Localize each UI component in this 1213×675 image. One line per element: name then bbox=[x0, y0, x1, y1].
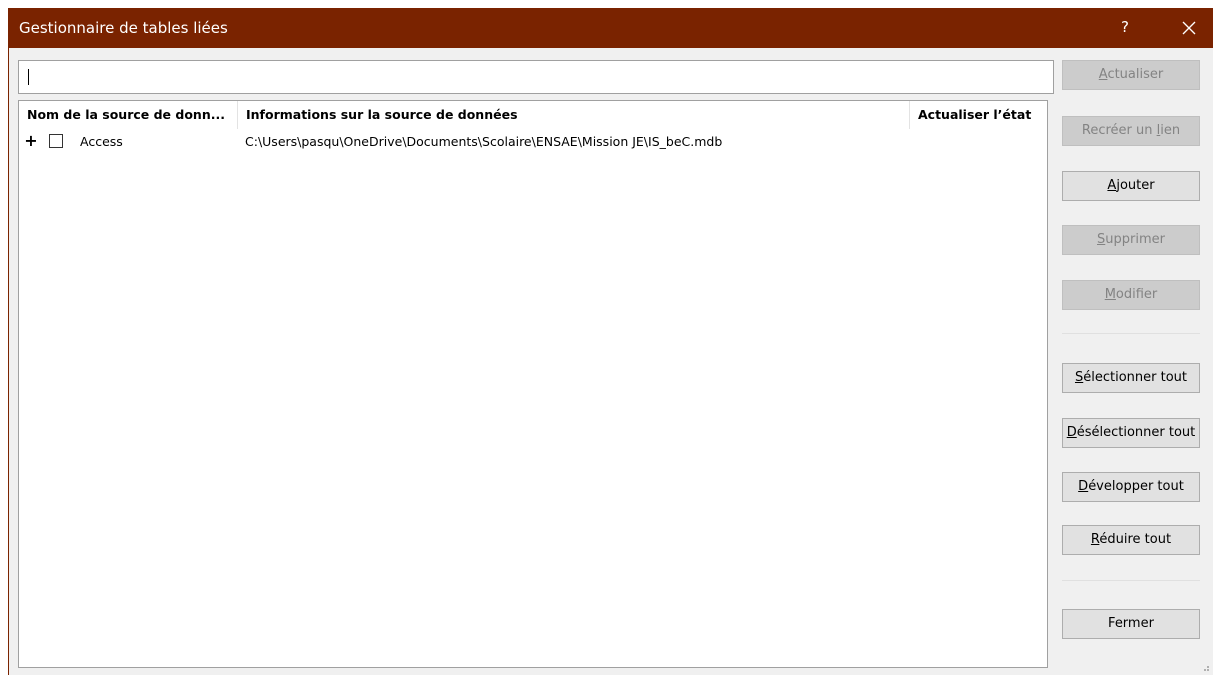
btn-text: éduire tout bbox=[1099, 532, 1172, 547]
access-key: M bbox=[1104, 287, 1116, 302]
dialog-title: Gestionnaire de tables liées bbox=[19, 19, 228, 37]
delete-button[interactable]: Supprimer bbox=[1062, 225, 1200, 255]
close-icon bbox=[1182, 21, 1196, 35]
select-all-button[interactable]: Sélectionner tout bbox=[1062, 363, 1200, 393]
btn-text: ien bbox=[1160, 123, 1181, 138]
text-caret bbox=[28, 69, 29, 85]
search-input[interactable] bbox=[18, 60, 1054, 94]
button-separator bbox=[1062, 580, 1200, 581]
close-dialog-button[interactable]: Fermer bbox=[1062, 609, 1200, 639]
column-header-refresh-status[interactable]: Actualiser l’état bbox=[909, 101, 1047, 129]
refresh-button[interactable]: Actualiser bbox=[1062, 60, 1200, 90]
edit-button[interactable]: Modifier bbox=[1062, 280, 1200, 310]
expand-all-button[interactable]: Développer tout bbox=[1062, 472, 1200, 502]
resize-grip-icon[interactable] bbox=[1200, 662, 1210, 672]
btn-text: odifier bbox=[1115, 287, 1158, 302]
btn-text: Recréer un bbox=[1081, 123, 1157, 138]
column-header-source-name[interactable]: Nom de la source de donn... bbox=[19, 101, 237, 129]
row-checkbox[interactable] bbox=[49, 134, 63, 148]
collapse-all-button[interactable]: Réduire tout bbox=[1062, 525, 1200, 555]
btn-text: ctualiser bbox=[1107, 67, 1164, 82]
title-bar[interactable]: Gestionnaire de tables liées ? bbox=[9, 8, 1213, 48]
help-button[interactable]: ? bbox=[1105, 8, 1145, 48]
deselect-all-button[interactable]: Désélectionner tout bbox=[1062, 418, 1200, 448]
column-header-source-info[interactable]: Informations sur la source de données bbox=[237, 101, 909, 129]
button-separator bbox=[1062, 333, 1200, 334]
btn-text: jouter bbox=[1116, 178, 1155, 193]
relink-button[interactable]: Recréer un lien bbox=[1062, 116, 1200, 146]
access-key: D bbox=[1078, 479, 1089, 494]
btn-text: électionner tout bbox=[1083, 370, 1188, 385]
close-button[interactable] bbox=[1169, 8, 1209, 48]
table-row[interactable]: + Access C:\Users\pasqu\OneDrive\Documen… bbox=[19, 129, 1047, 155]
btn-text: upprimer bbox=[1105, 232, 1165, 247]
access-key: D bbox=[1066, 425, 1077, 440]
data-source-list[interactable]: Nom de la source de donn... Informations… bbox=[18, 100, 1048, 668]
linked-table-manager-dialog: Gestionnaire de tables liées ? Nom de la… bbox=[8, 8, 1213, 675]
access-key: S bbox=[1074, 370, 1084, 385]
btn-text: évelopper tout bbox=[1088, 479, 1184, 494]
btn-text: ésélectionner tout bbox=[1076, 425, 1196, 440]
access-key: A bbox=[1107, 178, 1117, 193]
source-name-cell: Access bbox=[80, 134, 123, 149]
add-button[interactable]: Ajouter bbox=[1062, 171, 1200, 201]
source-info-cell: C:\Users\pasqu\OneDrive\Documents\Scolai… bbox=[245, 134, 723, 149]
plus-icon[interactable]: + bbox=[24, 132, 38, 150]
